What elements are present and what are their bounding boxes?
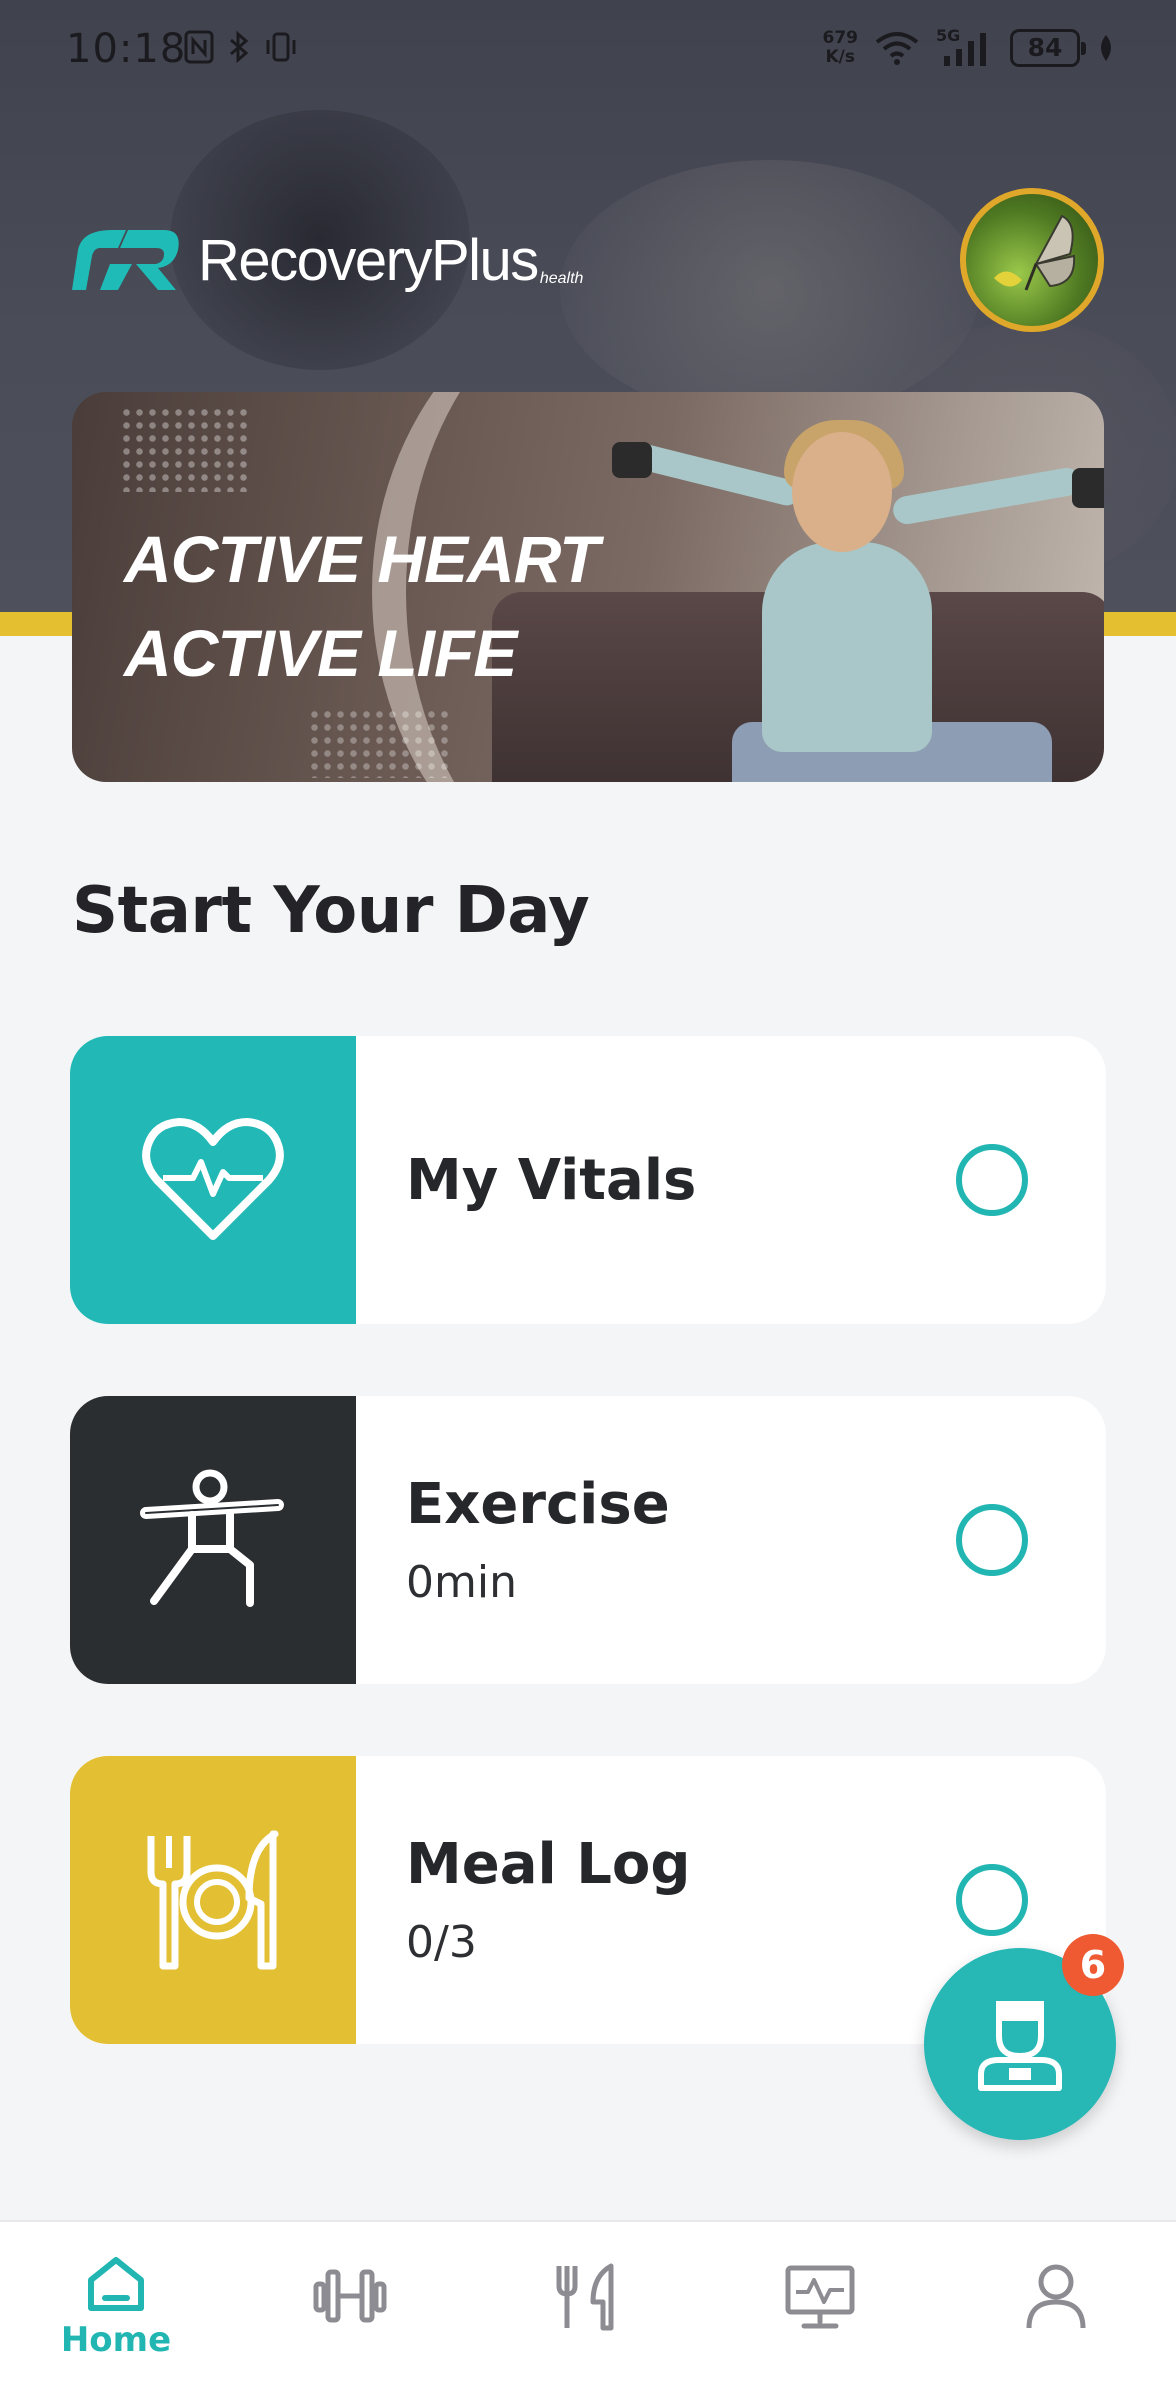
network-type: 5G	[936, 26, 961, 45]
banner-line-2: ACTIVE LIFE	[124, 616, 517, 690]
home-icon	[88, 2257, 144, 2311]
brand-name: RecoveryPlus	[198, 227, 539, 293]
network-speed-value: 679	[822, 28, 859, 48]
card-subtitle: 0/3	[406, 1917, 477, 1968]
fork-knife-icon	[556, 2263, 614, 2331]
card-title: My Vitals	[406, 1147, 697, 1213]
nfc-icon	[184, 30, 214, 64]
nav-home[interactable]: Home	[16, 2222, 216, 2400]
vitals-card[interactable]: My Vitals	[70, 1036, 1106, 1324]
card-title: Exercise	[406, 1472, 670, 1537]
nav-meals[interactable]	[486, 2222, 686, 2400]
monitor-pulse-icon	[785, 2265, 855, 2329]
vibrate-icon	[266, 32, 296, 62]
nav-monitor[interactable]	[720, 2222, 920, 2400]
card-subtitle: 0min	[406, 1557, 517, 1608]
vitals-card-body: My Vitals	[406, 1036, 696, 1324]
notification-badge: 6	[1062, 1934, 1124, 1996]
bluetooth-icon	[230, 30, 249, 64]
bottom-navigation: Home	[0, 2220, 1176, 2400]
exercise-checkbox[interactable]	[956, 1504, 1028, 1576]
banner-figure-head	[792, 432, 892, 552]
cell-signal: 5G	[936, 26, 994, 68]
brand-suffix: health	[539, 270, 584, 287]
exercise-card[interactable]: Exercise 0min	[70, 1396, 1106, 1684]
status-bar: 10:18 679 K/s 5G 84	[0, 0, 1176, 100]
status-time: 10:18	[66, 26, 187, 72]
brand-logo: RecoveryPlus health	[72, 220, 583, 300]
banner-dots	[120, 406, 250, 492]
banner-headline: ACTIVE HEART ACTIVE LIFE	[124, 512, 599, 700]
meal-log-checkbox[interactable]	[956, 1864, 1028, 1936]
section-title: Start Your Day	[72, 874, 590, 948]
battery-indicator: 84	[1010, 29, 1086, 67]
exercise-pose-icon	[140, 1469, 284, 1607]
network-speed: 679 K/s	[823, 29, 859, 67]
meal-log-tile	[70, 1756, 356, 2044]
vitals-tile	[70, 1036, 356, 1324]
vitals-checkbox[interactable]	[956, 1144, 1028, 1216]
app-screen: 10:18 679 K/s 5G 84 RecoveryPlus health …	[0, 0, 1176, 2400]
banner-line-1: ACTIVE HEART	[124, 522, 599, 596]
banner-figure-body	[762, 542, 932, 752]
nav-profile[interactable]	[956, 2222, 1156, 2400]
profile-avatar[interactable]	[960, 188, 1104, 332]
exercise-tile	[70, 1396, 356, 1684]
plate-cutlery-icon	[147, 1830, 279, 1970]
profile-icon	[1026, 2264, 1086, 2329]
network-speed-unit: K/s	[825, 47, 855, 67]
doctor-icon	[978, 2001, 1062, 2091]
heart-pulse-icon	[142, 1118, 284, 1240]
dumbbell-shape	[1072, 468, 1104, 508]
wifi-icon	[875, 32, 919, 65]
recoveryplus-logo-icon	[72, 230, 179, 290]
status-icons-left	[184, 30, 298, 64]
promo-banner[interactable]: ACTIVE HEART ACTIVE LIFE	[72, 392, 1104, 782]
dumbbell-icon	[313, 2269, 387, 2323]
nav-home-label: Home	[60, 2320, 172, 2360]
banner-figure-arm	[891, 465, 1083, 527]
status-icons-right: 679 K/s 5G 84	[823, 26, 1117, 68]
leaf-icon	[1101, 35, 1111, 61]
butterfly-avatar	[994, 214, 1076, 291]
dumbbell-shape	[612, 442, 652, 478]
nav-exercise[interactable]	[250, 2222, 450, 2400]
exercise-card-body: Exercise 0min	[406, 1396, 670, 1684]
card-title: Meal Log	[406, 1832, 691, 1897]
banner-dots	[308, 708, 448, 778]
meal-log-card-body: Meal Log 0/3	[406, 1756, 690, 2044]
